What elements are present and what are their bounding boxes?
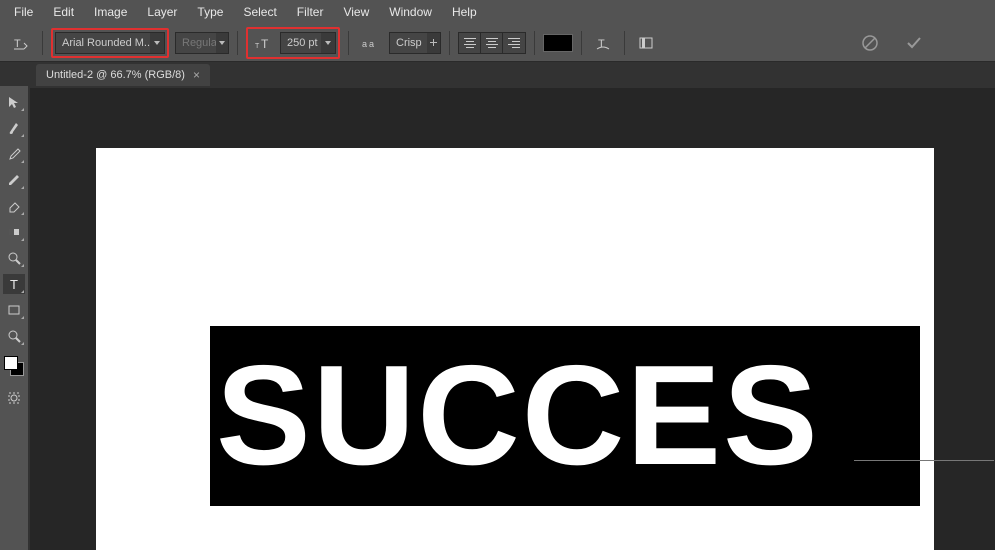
separator: [42, 31, 43, 55]
canvas-viewport[interactable]: SUCCES: [30, 88, 995, 550]
anti-alias-dropdown[interactable]: Crisp: [389, 32, 441, 54]
gradient-tool[interactable]: [3, 222, 25, 242]
brush-tool[interactable]: [3, 118, 25, 138]
separator: [624, 31, 625, 55]
document-canvas[interactable]: SUCCES: [96, 148, 934, 550]
cancel-icon[interactable]: [857, 31, 883, 55]
chevron-down-icon[interactable]: [216, 33, 228, 53]
svg-text:a: a: [362, 39, 367, 49]
align-center-button[interactable]: [481, 33, 503, 53]
document-tab-title: Untitled-2 @ 66.7% (RGB/8): [46, 69, 185, 81]
separator: [237, 31, 238, 55]
menu-layer[interactable]: Layer: [137, 1, 187, 23]
anti-alias-value: Crisp: [390, 37, 427, 49]
svg-text:T: T: [14, 38, 21, 50]
menu-bar: File Edit Image Layer Type Select Filter…: [0, 0, 995, 24]
font-size-dropdown[interactable]: 250 pt: [280, 32, 336, 54]
text-layer[interactable]: SUCCES: [210, 326, 920, 506]
menu-help[interactable]: Help: [442, 1, 487, 23]
menu-filter[interactable]: Filter: [287, 1, 334, 23]
menu-window[interactable]: Window: [379, 1, 442, 23]
font-size-icon[interactable]: TT: [250, 31, 276, 55]
magnify-tool[interactable]: [3, 326, 25, 346]
move-tool[interactable]: [3, 92, 25, 112]
svg-text:a: a: [369, 39, 374, 49]
quick-mask-tool[interactable]: [3, 388, 25, 408]
font-style-dropdown[interactable]: Regular: [175, 32, 229, 54]
commit-actions: [857, 31, 987, 55]
font-family-dropdown[interactable]: Arial Rounded M...: [55, 32, 165, 54]
align-left-button[interactable]: [459, 33, 481, 53]
menu-view[interactable]: View: [333, 1, 379, 23]
svg-text:T: T: [10, 277, 18, 291]
separator: [581, 31, 582, 55]
font-style-value: Regular: [176, 37, 216, 49]
menu-edit[interactable]: Edit: [43, 1, 84, 23]
pencil-tool[interactable]: [3, 170, 25, 190]
eraser-tool[interactable]: [3, 196, 25, 216]
svg-text:T: T: [255, 43, 260, 50]
character-panel-icon[interactable]: [633, 31, 659, 55]
stepper-icon[interactable]: [427, 33, 440, 53]
menu-type[interactable]: Type: [187, 1, 233, 23]
foreground-background-swatch[interactable]: [4, 356, 24, 376]
anti-alias-icon[interactable]: aa: [357, 31, 383, 55]
align-right-button[interactable]: [503, 33, 525, 53]
zoom-tool[interactable]: [3, 248, 25, 268]
chevron-down-icon[interactable]: [150, 33, 164, 53]
options-bar: T Arial Rounded M... Regular TT 250 pt a…: [0, 24, 995, 62]
menu-file[interactable]: File: [4, 1, 43, 23]
eyedropper-tool[interactable]: [3, 144, 25, 164]
chevron-down-icon[interactable]: [321, 33, 335, 53]
font-size-value: 250 pt: [281, 37, 321, 49]
font-size-highlight: TT 250 pt: [246, 27, 340, 59]
svg-text:T: T: [261, 37, 269, 50]
text-orientation-icon[interactable]: T: [8, 31, 34, 55]
text-align-group: [458, 32, 526, 54]
document-tab[interactable]: Untitled-2 @ 66.7% (RGB/8) ×: [36, 64, 210, 86]
document-tab-strip: Untitled-2 @ 66.7% (RGB/8) ×: [0, 62, 995, 86]
warp-text-icon[interactable]: T: [590, 31, 616, 55]
text-color-swatch[interactable]: [543, 34, 573, 52]
commit-icon[interactable]: [901, 31, 927, 55]
menu-image[interactable]: Image: [84, 1, 137, 23]
separator: [348, 31, 349, 55]
separator: [534, 31, 535, 55]
rectangle-tool[interactable]: [3, 300, 25, 320]
close-icon[interactable]: ×: [193, 68, 200, 82]
font-family-highlight: Arial Rounded M...: [51, 28, 169, 58]
separator: [449, 31, 450, 55]
font-family-value: Arial Rounded M...: [56, 37, 150, 49]
type-tool[interactable]: T: [3, 274, 25, 294]
menu-select[interactable]: Select: [233, 1, 286, 23]
tools-panel: T: [0, 86, 28, 550]
guide-line: [854, 460, 994, 461]
